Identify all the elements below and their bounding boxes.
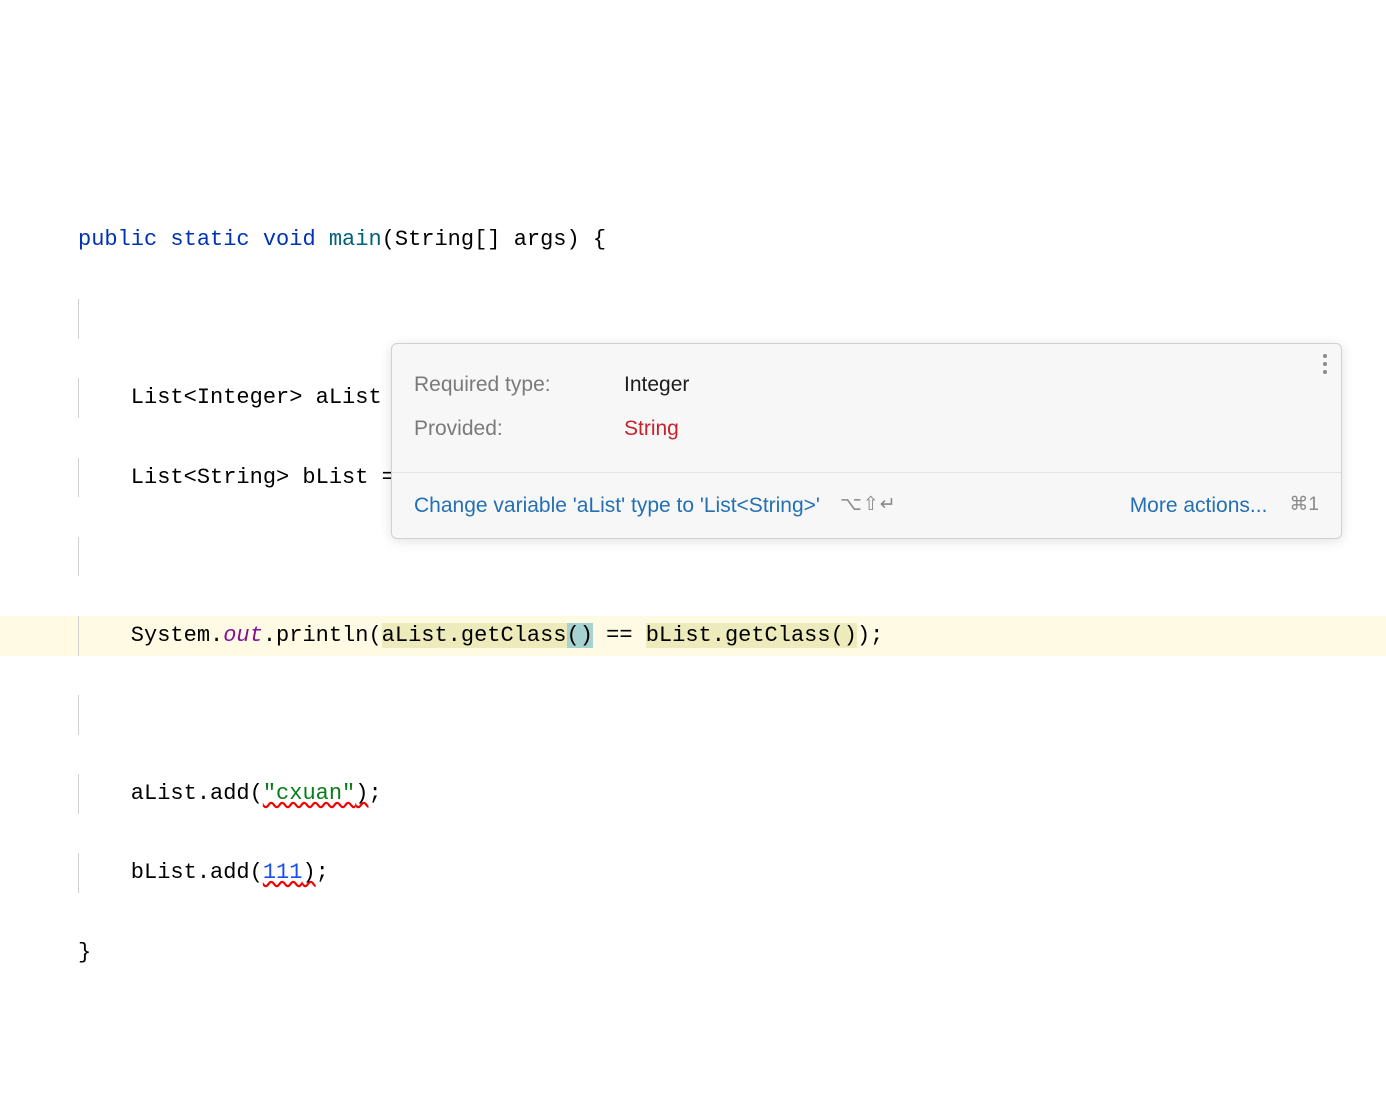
required-label: Required type: xyxy=(414,366,624,404)
code-text: .println( xyxy=(263,623,382,648)
code-text: List<Integer> aList = xyxy=(78,385,421,410)
usage-highlight: bList.getClass() xyxy=(646,623,857,648)
error-tooltip: Required type: Integer Provided: String … xyxy=(391,343,1342,539)
code-editor[interactable]: public static void main(String[] args) {… xyxy=(0,180,1386,1011)
code-line: aList.add("cxuan"); xyxy=(0,774,1386,814)
code-text: List<String> bList = xyxy=(78,465,408,490)
more-options-icon[interactable] xyxy=(1323,354,1327,374)
code-line: } xyxy=(0,933,1386,973)
paren-error: ) xyxy=(355,781,368,806)
code-text: == xyxy=(593,623,646,648)
closing-brace: } xyxy=(78,940,91,965)
code-line: public static void main(String[] args) { xyxy=(0,220,1386,260)
provided-label: Provided: xyxy=(414,410,624,448)
usage-highlight: aList.getClass xyxy=(382,623,567,648)
semicolon: ; xyxy=(368,781,381,806)
keyword-public: public xyxy=(78,227,157,252)
blank-line xyxy=(0,537,1386,577)
semicolon: ; xyxy=(316,860,329,885)
blank-line xyxy=(0,695,1386,735)
keyword-static: static xyxy=(170,227,249,252)
provided-type-row: Provided: String xyxy=(414,410,1319,448)
quickfix-shortcut: ⌥⇧↵ xyxy=(840,488,897,522)
blank-line xyxy=(0,299,1386,339)
highlighted-line: System.out.println(aList.getClass() == b… xyxy=(0,616,1386,656)
required-type-row: Required type: Integer xyxy=(414,366,1319,404)
required-value: Integer xyxy=(624,366,689,404)
code-text: bList.add( xyxy=(78,860,263,885)
code-line: bList.add(111); xyxy=(0,853,1386,893)
code-text: System. xyxy=(78,623,223,648)
more-actions-link[interactable]: More actions... xyxy=(1130,487,1268,525)
method-params: (String[] args) { xyxy=(382,227,606,252)
keyword-void: void xyxy=(263,227,316,252)
code-text: aList.add( xyxy=(78,781,263,806)
string-literal-error: "cxuan" xyxy=(263,781,355,806)
more-actions-shortcut: ⌘1 xyxy=(1289,488,1319,522)
quickfix-link[interactable]: Change variable 'aList' type to 'List<St… xyxy=(414,487,820,525)
method-name: main xyxy=(329,227,382,252)
provided-value: String xyxy=(624,410,679,448)
static-field: out xyxy=(223,623,263,648)
code-text: ); xyxy=(857,623,883,648)
paren-error: ) xyxy=(302,860,315,885)
number-literal-error: 111 xyxy=(263,860,303,885)
caret-highlight: () xyxy=(567,623,593,648)
